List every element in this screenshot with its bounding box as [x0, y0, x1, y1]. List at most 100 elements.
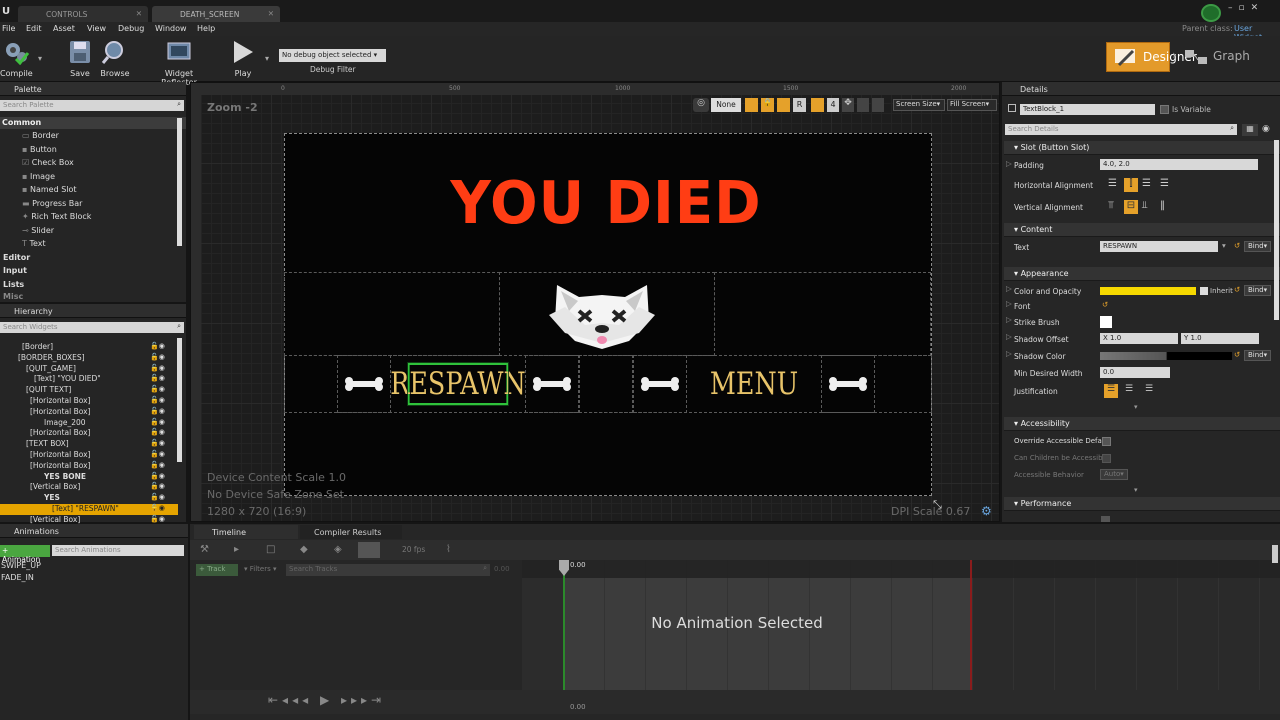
menu-help[interactable]: Help [197, 24, 215, 33]
hierarchy-item[interactable]: [TEXT BOX] 🔓◉ [0, 439, 178, 450]
hierarchy-item[interactable]: Image_200 🔓◉ [0, 418, 178, 429]
hierarchy-item[interactable]: YES BONE 🔓◉ [0, 472, 178, 483]
align-bottom-icon[interactable]: ⫫ [1142, 200, 1156, 214]
palette-item-rich-text[interactable]: ✦ Rich Text Block [22, 212, 91, 224]
lock-icon[interactable]: 🔒 [761, 98, 774, 112]
transport-controls[interactable]: ⇤◂◂◂ ▶ ▸▸▸⇥ [268, 693, 385, 707]
padding-field[interactable]: 4.0, 2.0 [1100, 159, 1258, 170]
advanced-expand-icon[interactable]: ▾ [1134, 403, 1138, 411]
grid-view-icon[interactable]: ▦ [1242, 124, 1258, 136]
compile-button[interactable]: Compile [0, 39, 33, 78]
palette-category-misc[interactable]: Misc [3, 292, 23, 300]
move-icon[interactable]: ✥ [842, 98, 854, 112]
key-icon[interactable]: ⚒ [200, 544, 209, 555]
hierarchy-item[interactable]: [Horizontal Box] 🔓◉ [0, 428, 178, 439]
play-button[interactable]: Play [228, 39, 258, 78]
advanced-expand-icon[interactable]: ▾ [1134, 486, 1138, 494]
reset-icon[interactable]: ↺ [1234, 241, 1240, 250]
color-bind-button[interactable]: Bind▾ [1244, 285, 1272, 296]
source-control-icon[interactable] [1201, 4, 1221, 22]
align-vfill-icon[interactable]: ‖ [1160, 200, 1174, 214]
debug-object-select[interactable]: No debug object selected ▾ [279, 49, 386, 62]
hierarchy-item[interactable]: [Horizontal Box] 🔓◉ [0, 396, 178, 407]
section-appearance[interactable]: ▾ Appearance [1004, 267, 1280, 281]
color-swatch[interactable] [1100, 287, 1196, 295]
settings-gear-icon[interactable]: ⚙ [981, 504, 992, 518]
lock-eye-icon[interactable]: 🔓◉ [150, 374, 165, 382]
browse-button[interactable]: Browse [100, 39, 130, 78]
palette-item-progress-bar[interactable]: ▬ Progress Bar [22, 199, 82, 211]
border-box-right[interactable] [714, 272, 931, 356]
palette-category-input[interactable]: Input [3, 266, 27, 278]
snap-icon[interactable]: □ [266, 544, 275, 555]
expand-icon[interactable]: ▷ [1006, 299, 1012, 308]
hierarchy-search[interactable]: Search Widgets ⌕ [0, 322, 184, 333]
curve-icon[interactable]: ◈ [334, 544, 342, 555]
menu-window[interactable]: Window [155, 24, 187, 33]
animation-item-fade-in[interactable]: FADE_IN [1, 573, 34, 582]
tab-timeline[interactable]: Timeline [194, 525, 298, 539]
justify-right-icon[interactable]: ☰ [1142, 384, 1156, 398]
play-options-icon[interactable]: ▸ [234, 544, 239, 555]
lock-eye-icon[interactable]: 🔓◉ [150, 504, 165, 512]
close-icon[interactable]: ✕ [268, 9, 274, 18]
palette-item-image[interactable]: ▪ Image [22, 172, 55, 184]
hierarchy-item[interactable]: [Horizontal Box] 🔓◉ [0, 450, 178, 461]
align-top-icon[interactable]: ⫪ [1108, 200, 1122, 214]
expand-icon[interactable]: ▷ [1006, 349, 1012, 358]
justify-center-icon[interactable]: ☰ [1122, 384, 1136, 398]
palette-category-editor[interactable]: Editor [3, 253, 30, 265]
reset-icon[interactable]: ↺ [1102, 300, 1108, 309]
palette-category-common[interactable]: Common [0, 117, 186, 129]
timeline-scrollbar[interactable] [1272, 545, 1278, 563]
palette-category-lists[interactable]: Lists [3, 280, 24, 292]
hierarchy-item[interactable]: [QUIT_GAME] 🔓◉ [0, 364, 178, 375]
shadow-bind-button[interactable]: Bind▾ [1244, 350, 1272, 361]
menu-edit[interactable]: Edit [26, 24, 42, 33]
window-controls[interactable]: –▫✕ [1228, 3, 1264, 13]
save-button[interactable]: Save [66, 39, 94, 78]
border-box-left[interactable] [284, 272, 500, 356]
section-accessibility[interactable]: ▾ Accessibility [1004, 417, 1280, 431]
dropdown-icon[interactable]: ▾ [1222, 241, 1226, 250]
lock-eye-icon[interactable]: 🔓◉ [150, 418, 165, 426]
globe-icon[interactable]: ◎ [693, 98, 709, 112]
add-animation-button[interactable]: + Animation [0, 545, 50, 564]
monitor-icon[interactable] [872, 98, 884, 112]
lock-eye-icon[interactable]: 🔓◉ [150, 364, 165, 372]
you-died-title[interactable]: YOU DIED [450, 169, 761, 237]
respawn-button[interactable]: RESPAWN [390, 362, 526, 406]
lock-eye-icon[interactable]: 🔓◉ [150, 472, 165, 480]
palette-item-named-slot[interactable]: ▪ Named Slot [22, 185, 77, 197]
expand-icon[interactable]: ▷ [1006, 284, 1012, 293]
curve-editor-icon[interactable]: ⌇ [446, 544, 451, 555]
details-scrollbar[interactable] [1274, 140, 1279, 320]
fill-screen-dropdown[interactable]: Fill Screen▾ [947, 99, 997, 111]
expand-icon[interactable]: ▷ [1006, 332, 1012, 341]
align-center-icon[interactable]: ⫿ [1124, 178, 1138, 192]
strike-brush-swatch[interactable] [1100, 316, 1112, 328]
designer-viewport[interactable]: 0 500 1000 1500 2000 Zoom -2 ◎ None 🔒 R … [190, 82, 1000, 522]
min-width-field[interactable]: 0.0 [1100, 367, 1170, 378]
flag-icon[interactable] [745, 98, 758, 112]
close-icon[interactable]: ✕ [136, 9, 142, 18]
designer-mode-button[interactable]: Designer [1106, 42, 1197, 72]
grid-snap-icon[interactable] [811, 98, 824, 112]
auto-key-button[interactable] [358, 542, 380, 558]
align-right-icon[interactable]: ☰ [1142, 178, 1156, 192]
widget-canvas[interactable]: YOU DIED RESPAWN MENU [284, 133, 932, 496]
lock-eye-icon[interactable]: 🔓◉ [150, 482, 165, 490]
lock-eye-icon[interactable]: 🔓◉ [150, 353, 165, 361]
fox-face-image[interactable] [545, 277, 659, 357]
performance-checkbox[interactable] [1101, 516, 1110, 522]
menu-debug[interactable]: Debug [118, 24, 144, 33]
behavior-dropdown[interactable]: Auto▾ [1100, 469, 1128, 480]
expand-icon[interactable]: ▷ [1006, 159, 1012, 168]
reset-icon[interactable]: ↺ [1234, 350, 1240, 359]
grid-size-button[interactable]: 4 [827, 98, 839, 112]
hierarchy-item[interactable]: YES 🔓◉ [0, 493, 178, 504]
section-slot[interactable]: ▾ Slot (Button Slot) [1004, 141, 1280, 155]
lock-eye-icon[interactable]: 🔓◉ [150, 385, 165, 393]
shadow-color-swatch[interactable] [1100, 352, 1232, 360]
play-dropdown-icon[interactable]: ▾ [265, 54, 269, 63]
